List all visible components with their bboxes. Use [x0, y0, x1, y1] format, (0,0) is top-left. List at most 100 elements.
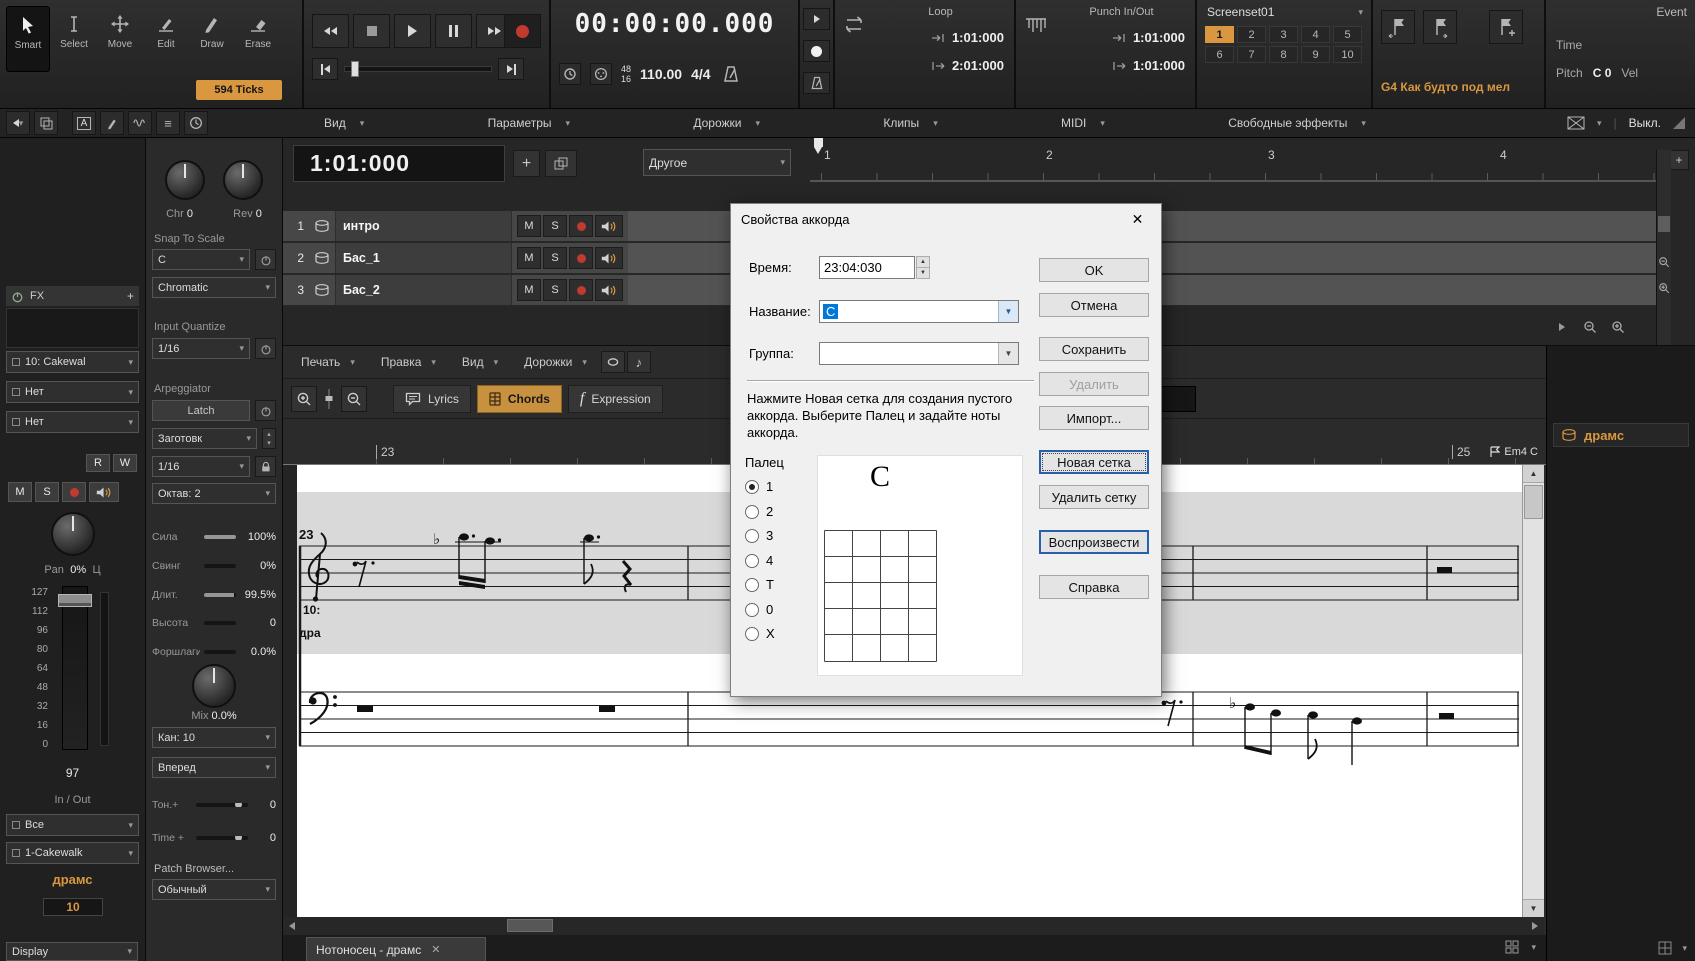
snap-mode-dropdown[interactable]: Другое▾ [643, 149, 791, 176]
tool-draw[interactable]: Draw [190, 6, 234, 72]
scrollbar-thumb[interactable] [507, 919, 553, 932]
screenset-6[interactable]: 6 [1205, 46, 1234, 63]
tool-move[interactable]: Move [98, 6, 142, 72]
arp-preset-dropdown[interactable]: Заготовк▾ [152, 428, 257, 449]
staff-menu-edit[interactable]: Правка▾ [369, 349, 448, 375]
scroll-left-button[interactable] [283, 917, 301, 935]
quantize-value-dropdown[interactable]: 1/16▾ [152, 338, 250, 359]
eighth-note-button[interactable]: ♪ [627, 351, 651, 373]
punch-icon[interactable] [1022, 12, 1050, 41]
arp-swing-slider[interactable]: Свинг0% [152, 557, 276, 575]
volume-value[interactable]: 97 [0, 766, 145, 780]
staff-menu-tracks[interactable]: Дорожки▾ [512, 349, 599, 375]
screenset-7[interactable]: 7 [1237, 46, 1266, 63]
tool-edit[interactable]: Edit [144, 6, 188, 72]
snap-resolution-badge[interactable]: 594 Ticks [196, 80, 282, 100]
fx-matrix-icon[interactable] [1567, 116, 1585, 130]
chord-marker-label[interactable]: Em4 С [1504, 446, 1538, 458]
zoom-in-button[interactable] [1657, 280, 1671, 296]
playhead-marker[interactable] [814, 138, 823, 154]
save-button[interactable]: Сохранить [1039, 337, 1149, 361]
chorus-value[interactable]: 0 [187, 208, 193, 220]
inspector-track-name[interactable]: драмс [0, 872, 145, 887]
zoom-in-button[interactable] [1609, 318, 1627, 336]
tempo-readout[interactable]: 110.00 [640, 66, 682, 82]
pan-value[interactable]: 0% [70, 564, 86, 576]
finger-radio-1[interactable]: 1 [745, 478, 773, 495]
input-echo-button[interactable] [595, 279, 623, 301]
pressed-toggle-button[interactable] [1160, 386, 1196, 412]
mute-button[interactable]: M [517, 215, 541, 237]
fx-slot1-dropdown[interactable]: Нет▾ [6, 381, 139, 403]
chorus-knob[interactable] [165, 160, 205, 200]
marker-next-button[interactable] [1423, 10, 1457, 44]
pan-knob[interactable] [51, 512, 95, 556]
staff-vertical-scrollbar[interactable]: ▲ ▼ [1522, 465, 1544, 917]
text-tool-button[interactable]: A [72, 111, 96, 135]
scroll-right-button[interactable] [1526, 917, 1544, 935]
arp-latch-button[interactable]: Latch [152, 400, 250, 421]
lyrics-button[interactable]: Lyrics [393, 385, 471, 413]
play-options-button[interactable] [803, 8, 830, 30]
write-automation-button[interactable]: W [113, 454, 137, 472]
audio-engine-button[interactable] [559, 63, 581, 85]
arm-record-button[interactable] [569, 279, 593, 301]
volume-fader-thumb[interactable] [58, 594, 92, 607]
now-time-display[interactable]: 00:00:00.000 [551, 0, 798, 39]
instrument-row[interactable]: драмс [1553, 423, 1689, 447]
input-echo-button[interactable] [89, 482, 119, 502]
mix-knob[interactable] [192, 664, 236, 708]
staff-tab[interactable]: Нотоносец - драмс ✕ [306, 937, 486, 961]
chevron-down-icon[interactable]: ▾ [1358, 8, 1363, 17]
track-name[interactable]: Бас_1 [335, 243, 512, 273]
close-icon[interactable]: ✕ [1115, 205, 1160, 233]
whole-note-button[interactable] [601, 351, 625, 373]
dock-layout-button[interactable] [34, 111, 58, 135]
finger-radio-t[interactable]: T [745, 576, 774, 593]
fretboard-grid[interactable] [824, 530, 939, 662]
zoom-slider[interactable] [323, 386, 335, 412]
reverb-knob[interactable] [223, 160, 263, 200]
pause-button[interactable] [435, 14, 472, 48]
snap-power-button[interactable] [255, 249, 276, 270]
delete-grid-button[interactable]: Удалить сетку [1039, 485, 1149, 509]
screenset-name[interactable]: Screenset01 [1207, 5, 1274, 19]
marker-prev-button[interactable] [1381, 10, 1415, 44]
duplicate-button[interactable] [545, 150, 577, 177]
zoom-in-button[interactable] [291, 386, 317, 412]
fit-project-button[interactable]: + [1669, 150, 1689, 170]
arm-record-button[interactable] [62, 482, 86, 502]
punch-in-row[interactable]: 1:01:000 [1056, 30, 1185, 45]
arm-record-button[interactable] [569, 215, 593, 237]
time-display-button[interactable] [184, 111, 208, 135]
scrollbar-thumb[interactable] [1658, 216, 1670, 232]
arp-rate-dropdown[interactable]: 1/16▾ [152, 456, 250, 477]
volume-fader-track[interactable] [62, 586, 88, 750]
screenset-4[interactable]: 4 [1301, 26, 1330, 43]
input-echo-button[interactable] [595, 215, 623, 237]
fx-add-icon[interactable]: + [127, 289, 134, 303]
dock-collapse-button[interactable]: ▾ [6, 111, 30, 135]
loop-end-row[interactable]: 2:01:000 [875, 58, 1004, 73]
scroll-up-button[interactable]: ▲ [1523, 465, 1544, 483]
now-position-display[interactable]: 1:01:000 [293, 145, 505, 182]
time-offset-slider[interactable]: Time +0 [152, 829, 276, 847]
meter-readout[interactable]: 4/4 [691, 66, 710, 82]
power-icon[interactable] [11, 290, 24, 303]
mute-button[interactable]: M [517, 247, 541, 269]
stop-button[interactable] [353, 14, 390, 48]
play-button[interactable] [394, 14, 431, 48]
ok-button[interactable]: OK [1039, 258, 1149, 282]
record-button[interactable] [504, 14, 541, 48]
menu-free-effects[interactable]: Свободные эффекты▾ [1228, 116, 1366, 130]
arp-flam-slider[interactable]: Форшлаги0.0% [152, 643, 276, 661]
zoom-out-button[interactable] [1657, 254, 1671, 270]
finger-radio-3[interactable]: 3 [745, 527, 773, 544]
finger-radio-0[interactable]: 0 [745, 601, 773, 618]
mute-button[interactable]: M [517, 279, 541, 301]
import-button[interactable]: Импорт... [1039, 406, 1149, 430]
list-view-button[interactable]: ≡ [156, 111, 180, 135]
auto-scroll-button[interactable] [1553, 318, 1571, 336]
menu-view[interactable]: Вид▾ [324, 116, 364, 130]
resize-grip-icon[interactable] [1673, 117, 1685, 129]
